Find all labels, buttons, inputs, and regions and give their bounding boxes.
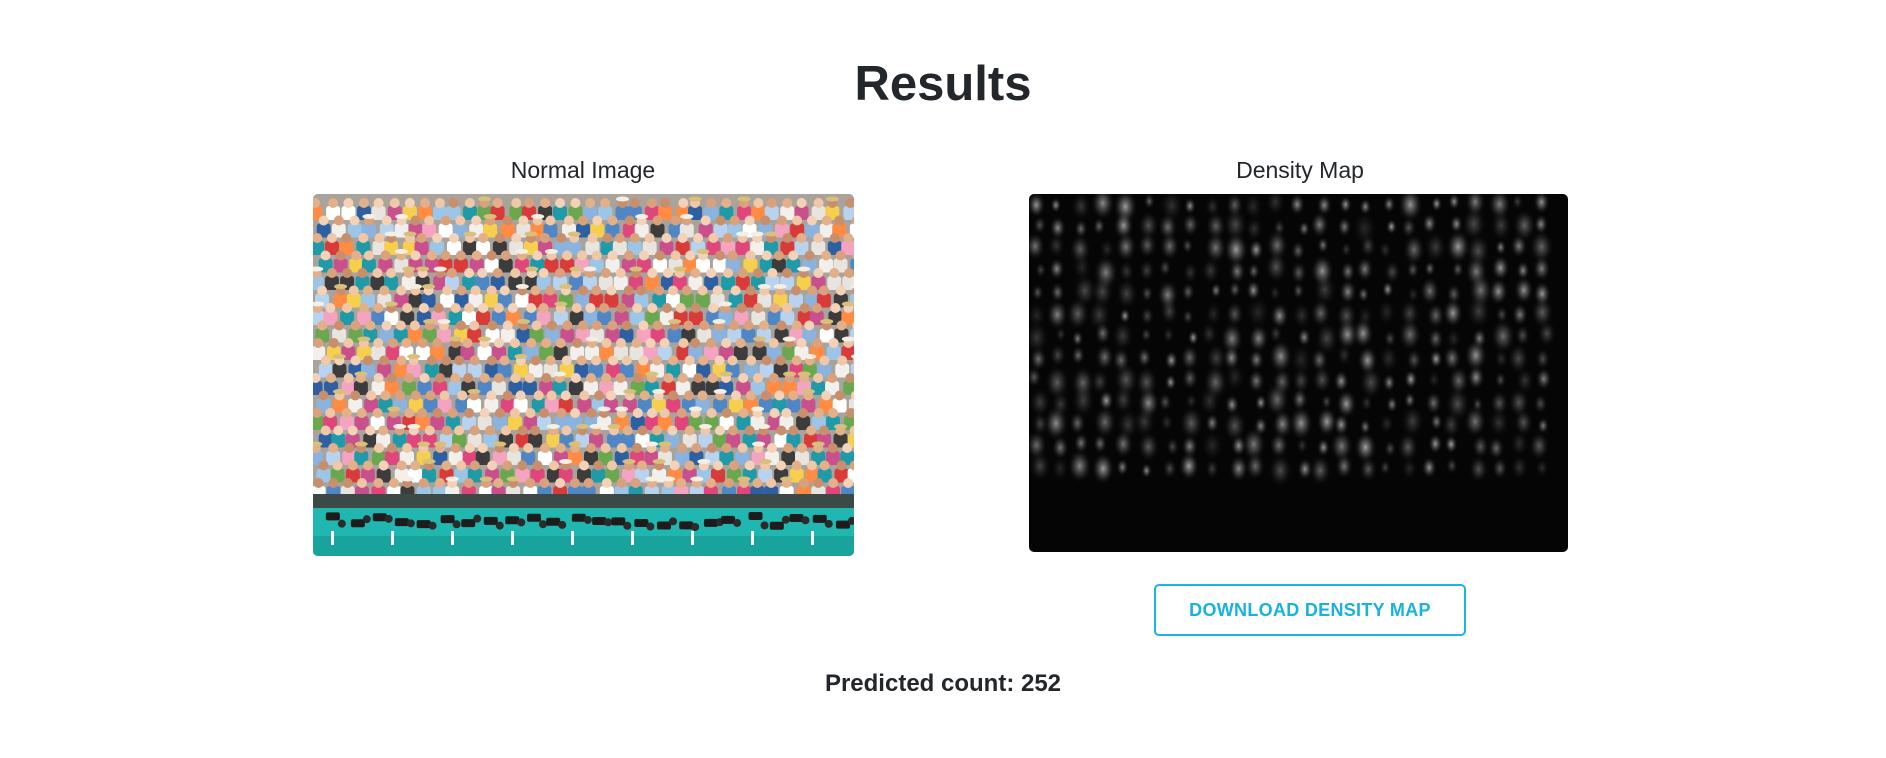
crowd-photo — [313, 194, 854, 556]
normal-image — [313, 194, 854, 556]
page-title: Results — [854, 57, 1032, 111]
download-density-map-button[interactable]: DOWNLOAD DENSITY MAP — [1154, 584, 1466, 636]
density-map-image — [1029, 194, 1568, 552]
predicted-count: Predicted count: 252 — [0, 668, 1886, 700]
predicted-count-label: Predicted count: — [824, 670, 1015, 697]
density-map-label: Density Map — [1236, 157, 1364, 183]
predicted-count-value: 252 — [1020, 670, 1062, 697]
density-heatmap — [1029, 194, 1557, 488]
results-page: Results Normal Image Density Map DOWNLOA… — [0, 0, 1886, 758]
normal-image-label: Normal Image — [510, 157, 656, 183]
